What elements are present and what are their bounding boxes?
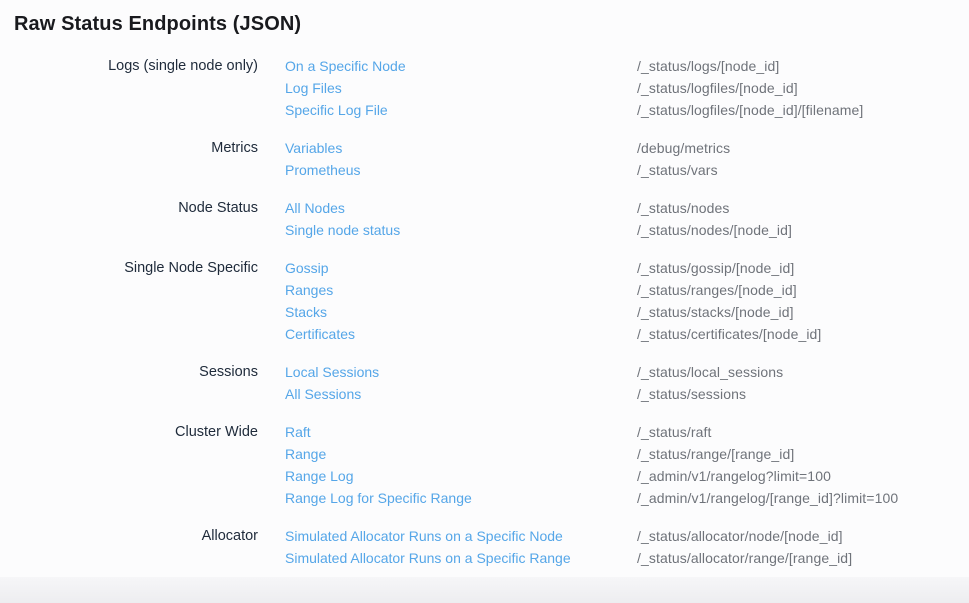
endpoint-link[interactable]: Variables (285, 137, 637, 159)
endpoint-path: /_status/local_sessions (637, 361, 783, 383)
endpoint-row: Ranges /_status/ranges/[node_id] (285, 279, 969, 301)
endpoint-row: Simulated Allocator Runs on a Specific R… (285, 547, 969, 569)
endpoint-link[interactable]: Log Files (285, 77, 637, 99)
endpoint-path: /_status/logfiles/[node_id] (637, 77, 798, 99)
endpoint-row: Variables /debug/metrics (285, 137, 969, 159)
endpoint-path: /_status/logs/[node_id] (637, 55, 779, 77)
endpoint-link[interactable]: Single node status (285, 219, 637, 241)
endpoint-link[interactable]: Certificates (285, 323, 637, 345)
section-rows: Gossip /_status/gossip/[node_id] Ranges … (285, 257, 969, 345)
section-category-label: Cluster Wide (0, 421, 258, 509)
endpoint-row: Single node status /_status/nodes/[node_… (285, 219, 969, 241)
endpoint-section-node-status: Node Status All Nodes /_status/nodes Sin… (0, 197, 969, 241)
section-rows: All Nodes /_status/nodes Single node sta… (285, 197, 969, 241)
endpoint-link[interactable]: Range Log (285, 465, 637, 487)
endpoint-link[interactable]: Gossip (285, 257, 637, 279)
endpoint-row: On a Specific Node /_status/logs/[node_i… (285, 55, 969, 77)
endpoint-row: Gossip /_status/gossip/[node_id] (285, 257, 969, 279)
section-category-label: Single Node Specific (0, 257, 258, 345)
endpoint-link[interactable]: Range (285, 443, 637, 465)
section-category-label: Allocator (0, 525, 258, 569)
endpoint-row: Log Files /_status/logfiles/[node_id] (285, 77, 969, 99)
endpoint-link[interactable]: All Sessions (285, 383, 637, 405)
endpoint-path: /_status/logfiles/[node_id]/[filename] (637, 99, 863, 121)
endpoint-path: /_status/nodes/[node_id] (637, 219, 792, 241)
endpoint-row: Range /_status/range/[range_id] (285, 443, 969, 465)
endpoint-section-logs: Logs (single node only) On a Specific No… (0, 55, 969, 121)
endpoint-path: /_status/range/[range_id] (637, 443, 794, 465)
endpoint-link[interactable]: Range Log for Specific Range (285, 487, 637, 509)
endpoint-path: /_status/gossip/[node_id] (637, 257, 794, 279)
endpoint-link[interactable]: All Nodes (285, 197, 637, 219)
endpoint-path: /_status/ranges/[node_id] (637, 279, 797, 301)
endpoints-table: Logs (single node only) On a Specific No… (0, 55, 969, 585)
endpoint-row: Range Log for Specific Range /_admin/v1/… (285, 487, 969, 509)
endpoint-row: All Sessions /_status/sessions (285, 383, 969, 405)
page-title: Raw Status Endpoints (JSON) (14, 13, 301, 36)
section-rows: Raft /_status/raft Range /_status/range/… (285, 421, 969, 509)
endpoint-path: /_status/certificates/[node_id] (637, 323, 821, 345)
endpoint-row: Certificates /_status/certificates/[node… (285, 323, 969, 345)
endpoint-path: /_status/stacks/[node_id] (637, 301, 794, 323)
endpoint-path: /debug/metrics (637, 137, 730, 159)
section-rows: Variables /debug/metrics Prometheus /_st… (285, 137, 969, 181)
endpoint-link[interactable]: Simulated Allocator Runs on a Specific R… (285, 547, 637, 569)
endpoint-path: /_status/allocator/range/[range_id] (637, 547, 852, 569)
endpoint-row: Simulated Allocator Runs on a Specific N… (285, 525, 969, 547)
section-rows: Simulated Allocator Runs on a Specific N… (285, 525, 969, 569)
endpoint-row: Local Sessions /_status/local_sessions (285, 361, 969, 383)
section-category-label: Sessions (0, 361, 258, 405)
endpoint-path: /_status/vars (637, 159, 718, 181)
endpoint-row: Prometheus /_status/vars (285, 159, 969, 181)
endpoint-path: /_status/raft (637, 421, 711, 443)
endpoint-section-single-node: Single Node Specific Gossip /_status/gos… (0, 257, 969, 345)
endpoint-row: Range Log /_admin/v1/rangelog?limit=100 (285, 465, 969, 487)
endpoint-row: Raft /_status/raft (285, 421, 969, 443)
endpoint-section-allocator: Allocator Simulated Allocator Runs on a … (0, 525, 969, 569)
endpoint-section-sessions: Sessions Local Sessions /_status/local_s… (0, 361, 969, 405)
endpoint-link[interactable]: Local Sessions (285, 361, 637, 383)
section-rows: On a Specific Node /_status/logs/[node_i… (285, 55, 969, 121)
section-rows: Local Sessions /_status/local_sessions A… (285, 361, 969, 405)
endpoint-link[interactable]: On a Specific Node (285, 55, 637, 77)
endpoint-link[interactable]: Ranges (285, 279, 637, 301)
endpoint-path: /_status/allocator/node/[node_id] (637, 525, 843, 547)
endpoint-section-cluster-wide: Cluster Wide Raft /_status/raft Range /_… (0, 421, 969, 509)
section-category-label: Metrics (0, 137, 258, 181)
endpoint-link[interactable]: Prometheus (285, 159, 637, 181)
endpoint-path: /_admin/v1/rangelog?limit=100 (637, 465, 831, 487)
endpoint-link[interactable]: Specific Log File (285, 99, 637, 121)
endpoint-link[interactable]: Stacks (285, 301, 637, 323)
endpoint-row: Stacks /_status/stacks/[node_id] (285, 301, 969, 323)
section-category-label: Node Status (0, 197, 258, 241)
endpoint-path: /_status/sessions (637, 383, 746, 405)
endpoint-path: /_status/nodes (637, 197, 729, 219)
section-category-label: Logs (single node only) (0, 55, 258, 121)
endpoint-path: /_admin/v1/rangelog/[range_id]?limit=100 (637, 487, 898, 509)
endpoint-row: All Nodes /_status/nodes (285, 197, 969, 219)
endpoint-link[interactable]: Simulated Allocator Runs on a Specific N… (285, 525, 637, 547)
endpoint-section-metrics: Metrics Variables /debug/metrics Prometh… (0, 137, 969, 181)
endpoint-row: Specific Log File /_status/logfiles/[nod… (285, 99, 969, 121)
footer-strip (0, 577, 969, 603)
endpoint-link[interactable]: Raft (285, 421, 637, 443)
